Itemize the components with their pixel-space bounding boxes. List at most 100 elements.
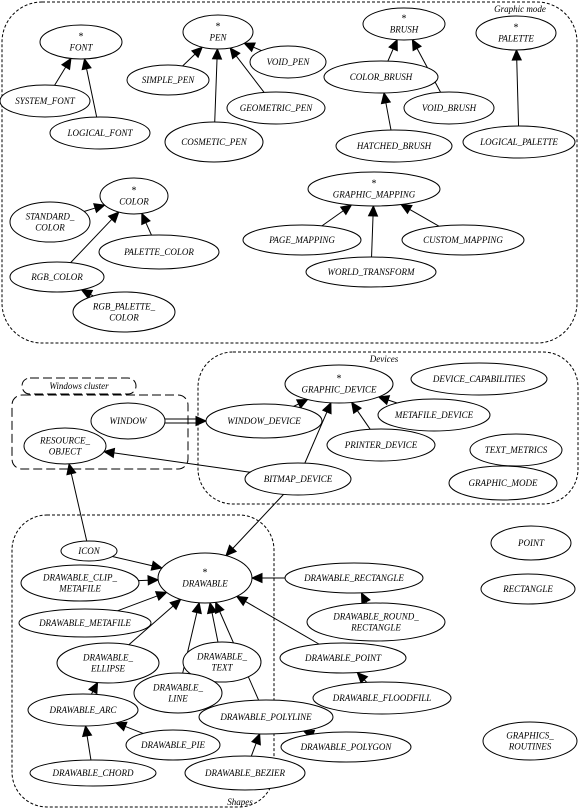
edge-simple-pen-to-pen bbox=[182, 46, 204, 67]
arrowhead-icon bbox=[60, 57, 72, 71]
edge-drawable-rectangle-to-drawable bbox=[250, 572, 285, 584]
node-rgb-palette-color[interactable]: RGB_PALETTE_COLOR bbox=[72, 291, 176, 333]
edge-void-pen-to-pen bbox=[243, 42, 262, 53]
arrowhead-icon bbox=[147, 575, 160, 586]
node-window-device[interactable]: WINDOW_DEVICE bbox=[205, 403, 323, 439]
edge-window-to-window-device bbox=[165, 415, 208, 427]
node-label: RESOURCE_ bbox=[39, 436, 90, 446]
node-world-transform[interactable]: WORLD_TRANSFORM bbox=[305, 256, 437, 288]
node-standard-color[interactable]: STANDARD_COLOR bbox=[9, 201, 91, 243]
node-label: SIMPLE_PEN bbox=[142, 75, 195, 85]
node-device-capabilities[interactable]: DEVICE_CAPABILITIES bbox=[410, 362, 548, 396]
node-graphic-mapping[interactable]: *GRAPHIC_MAPPING bbox=[307, 171, 441, 207]
class-diagram: Graphic mode Devices Windows cluster Shapes… bbox=[0, 1, 579, 808]
node-drawable-floodfill[interactable]: DRAWABLE_FLOODFILL bbox=[312, 681, 452, 715]
edge-drawable-chord-to-drawable-arc bbox=[81, 724, 93, 761]
edge-line bbox=[86, 735, 92, 761]
arrowhead-icon bbox=[351, 401, 363, 415]
node-simple-pen[interactable]: SIMPLE_PEN bbox=[126, 64, 210, 96]
node-label: COLOR_BRUSH bbox=[350, 72, 413, 82]
node-pen[interactable]: *PEN bbox=[182, 14, 254, 50]
edge-line bbox=[54, 66, 67, 86]
node-drawable-polyline[interactable]: DRAWABLE_POLYLINE bbox=[198, 699, 334, 735]
node-label: LINE bbox=[167, 694, 188, 704]
node-page-mapping[interactable]: PAGE_MAPPING bbox=[242, 224, 362, 256]
node-printer-device[interactable]: PRINTER_DEVICE bbox=[326, 428, 436, 462]
node-label: CUSTOM_MAPPING bbox=[423, 235, 503, 245]
edge-hatched-brush-to-color-brush bbox=[380, 91, 392, 131]
node-void-pen[interactable]: VOID_PEN bbox=[249, 45, 327, 79]
arrowhead-icon bbox=[250, 572, 263, 584]
node-drawable-round-rectangle[interactable]: DRAWABLE_ROUND_RECTANGLE bbox=[306, 602, 446, 642]
node-label: METAFILE_DEVICE bbox=[394, 410, 474, 420]
node-logical-palette[interactable]: LOGICAL_PALETTE bbox=[462, 125, 576, 159]
edge-cosmetic-pen-to-pen bbox=[211, 47, 223, 123]
arrowhead-icon bbox=[150, 560, 164, 571]
node-void-brush[interactable]: VOID_BRUSH bbox=[403, 91, 495, 125]
arrowhead-icon bbox=[215, 601, 225, 615]
node-point[interactable]: POINT bbox=[490, 525, 572, 561]
arrowhead-icon bbox=[243, 42, 256, 53]
edge-line bbox=[86, 68, 98, 118]
node-label: DRAWABLE_FLOODFILL bbox=[332, 693, 432, 703]
node-brush[interactable]: *BRUSH bbox=[362, 7, 446, 41]
node-drawable-rectangle[interactable]: DRAWABLE_RECTANGLE bbox=[284, 562, 424, 594]
node-label: GRAPHIC_DEVICE bbox=[302, 385, 377, 395]
edge-metafile-device-to-graphic-device bbox=[377, 395, 398, 406]
node-label: PEN bbox=[209, 33, 228, 43]
edge-line bbox=[182, 53, 196, 67]
node-drawable-bezier[interactable]: DRAWABLE_BEZIER bbox=[184, 755, 306, 791]
node-drawable[interactable]: *DRAWABLE bbox=[157, 552, 253, 604]
node-cosmetic-pen[interactable]: COSMETIC_PEN bbox=[164, 121, 264, 163]
node-label: RECTANGLE bbox=[502, 584, 553, 594]
node-drawable-clip-metafile[interactable]: DRAWABLE_CLIP_METAFILE bbox=[20, 564, 140, 602]
node-label: LOGICAL_FONT bbox=[66, 128, 133, 138]
node-window[interactable]: WINDOW bbox=[90, 402, 166, 440]
node-rgb-color[interactable]: RGB_COLOR bbox=[9, 261, 105, 293]
edge-palette-color-to-color bbox=[141, 212, 152, 236]
node-graphic-device[interactable]: *GRAPHIC_DEVICE bbox=[284, 364, 394, 404]
node-rectangle[interactable]: RECTANGLE bbox=[480, 573, 576, 605]
edge-line bbox=[113, 452, 251, 473]
edge-line bbox=[409, 209, 440, 227]
node-graphics-routines[interactable]: GRAPHICS_ROUTINES bbox=[482, 721, 578, 761]
edge-line bbox=[211, 612, 219, 643]
node-label: COSMETIC_PEN bbox=[181, 137, 247, 147]
node-graphic-mode[interactable]: GRAPHIC_MODE bbox=[448, 465, 558, 501]
node-metafile-device[interactable]: METAFILE_DEVICE bbox=[377, 398, 491, 432]
node-text-metrics[interactable]: TEXT_METRICS bbox=[469, 433, 563, 467]
cluster-label: Windows cluster bbox=[49, 381, 109, 391]
node-color-brush[interactable]: COLOR_BRUSH bbox=[323, 60, 439, 94]
node-palette[interactable]: *PALETTE bbox=[475, 15, 557, 51]
node-label: TEXT_METRICS bbox=[485, 445, 548, 455]
node-drawable-ellipse[interactable]: DRAWABLE_ELLIPSE bbox=[56, 642, 160, 684]
node-resource-object[interactable]: RESOURCE_OBJECT bbox=[23, 427, 107, 465]
node-hatched-brush[interactable]: HATCHED_BRUSH bbox=[335, 129, 453, 163]
node-color[interactable]: *COLOR bbox=[99, 177, 169, 215]
edge-line bbox=[112, 555, 153, 567]
node-custom-mapping[interactable]: CUSTOM_MAPPING bbox=[401, 224, 525, 256]
node-icon[interactable]: ICON bbox=[60, 540, 118, 562]
node-drawable-pie[interactable]: DRAWABLE_PIE bbox=[125, 729, 221, 761]
edge-icon-to-resource-object bbox=[66, 462, 88, 542]
node-label: DRAWABLE bbox=[181, 579, 228, 589]
edge-line bbox=[232, 494, 284, 549]
node-geometric-pen[interactable]: GEOMETRIC_PEN bbox=[226, 91, 326, 125]
node-drawable-polygon[interactable]: DRAWABLE_POLYGON bbox=[280, 731, 412, 763]
node-drawable-arc[interactable]: DRAWABLE_ARC bbox=[27, 693, 139, 727]
node-label: DRAWABLE_ARC bbox=[48, 705, 117, 715]
node-label: PALETTE bbox=[497, 34, 534, 44]
node-label: LOGICAL_PALETTE bbox=[479, 137, 558, 147]
node-drawable-chord[interactable]: DRAWABLE_CHORD bbox=[29, 759, 157, 787]
node-drawable-metafile[interactable]: DRAWABLE_METAFILE bbox=[18, 608, 152, 638]
deferred-marker: * bbox=[514, 23, 519, 34]
node-bitmap-device[interactable]: BITMAP_DEVICE bbox=[244, 462, 352, 496]
node-logical-font[interactable]: LOGICAL_FONT bbox=[49, 116, 151, 150]
node-palette-color[interactable]: PALETTE_COLOR bbox=[98, 234, 220, 270]
arrowhead-icon bbox=[411, 38, 422, 52]
node-drawable-line[interactable]: DRAWABLE_LINE bbox=[133, 672, 223, 714]
node-drawable-point[interactable]: DRAWABLE_POINT bbox=[279, 642, 407, 674]
edge-standard-color-to-color bbox=[83, 203, 106, 214]
node-system-font[interactable]: SYSTEM_FONT bbox=[0, 84, 91, 118]
node-font[interactable]: *FONT bbox=[39, 24, 123, 60]
